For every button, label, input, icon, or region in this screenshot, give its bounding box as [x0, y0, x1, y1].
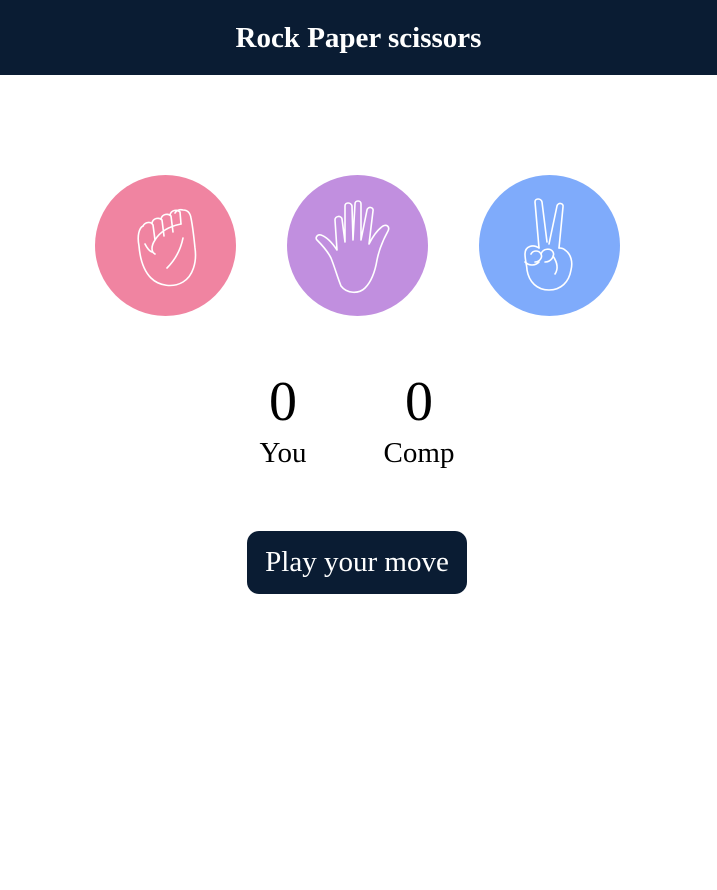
user-score: 0 You: [213, 368, 353, 470]
computer-score-label: Comp: [383, 437, 455, 469]
fist-icon: [136, 208, 196, 286]
app-header: Rock Paper scissors: [0, 0, 717, 75]
paper-choice-button[interactable]: [287, 175, 428, 316]
page-title: Rock Paper scissors: [235, 22, 482, 54]
open-hand-icon: [314, 199, 389, 293]
user-score-value: 0: [269, 371, 297, 433]
computer-score-value: 0: [405, 371, 433, 433]
computer-score: 0 Comp: [349, 368, 489, 470]
peace-hand-icon: [523, 197, 573, 291]
play-move-button[interactable]: Play your move: [247, 531, 467, 594]
user-score-label: You: [259, 437, 307, 469]
scissors-choice-button[interactable]: [479, 175, 620, 316]
rock-choice-button[interactable]: [95, 175, 236, 316]
